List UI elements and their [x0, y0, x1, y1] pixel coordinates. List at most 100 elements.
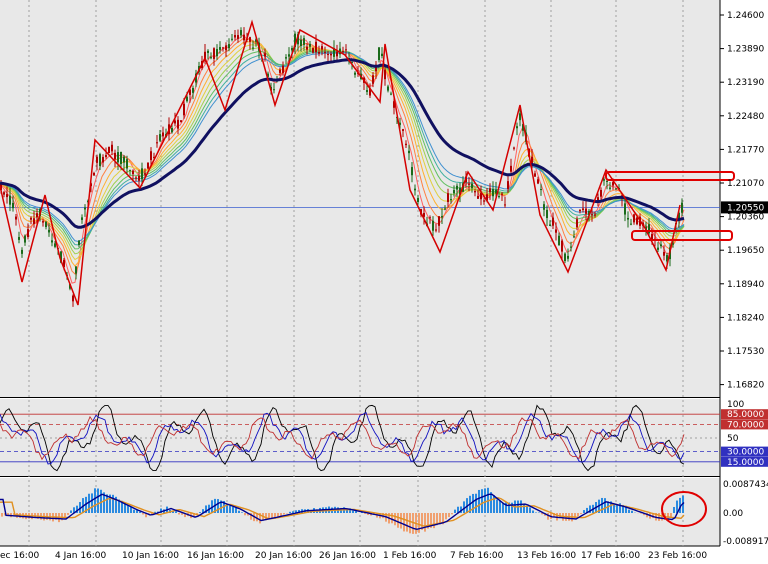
- candle-body: [117, 152, 119, 163]
- macd-histogram-bar: [535, 512, 537, 513]
- candle-body: [309, 43, 311, 47]
- macd-histogram-bar: [133, 509, 135, 513]
- candle-body: [663, 251, 665, 256]
- candle-body: [570, 246, 572, 248]
- y-tick-label: 1.24600: [727, 11, 764, 21]
- candle-body: [591, 214, 593, 216]
- candle-body: [228, 44, 230, 49]
- macd-histogram-bar: [397, 513, 399, 528]
- macd-histogram-bar: [481, 489, 483, 513]
- macd-histogram-bar: [130, 507, 132, 513]
- macd-histogram-bar: [451, 513, 453, 515]
- macd-histogram-bar: [406, 513, 408, 532]
- macd-histogram-bar: [394, 513, 396, 526]
- macd-histogram-bar: [628, 509, 630, 513]
- macd-histogram-bar: [478, 489, 480, 513]
- candle-body: [558, 235, 560, 246]
- candle-body: [129, 169, 131, 171]
- candle-body: [417, 198, 419, 203]
- macd-histogram-bar: [511, 502, 513, 513]
- candle-body: [96, 156, 98, 163]
- candle-body: [33, 218, 35, 224]
- candle-body: [609, 187, 611, 189]
- candle-body: [48, 229, 50, 233]
- macd-histogram-bar: [67, 513, 69, 515]
- macd-histogram-bar: [445, 513, 447, 520]
- chart-canvas: ec 16:00 4 Jan 16:00 10 Jan 16:00 16 Jan 16…: [0, 0, 768, 564]
- candle-body: [21, 249, 23, 254]
- candle-body: [606, 180, 608, 182]
- candle-body: [564, 253, 566, 262]
- candle-body: [414, 188, 416, 191]
- candle-body: [501, 193, 503, 195]
- macd-histogram-bar: [670, 513, 672, 517]
- candle-body: [72, 295, 74, 302]
- y-tick-label: 1.19650: [727, 246, 764, 256]
- x-tick-label: 16 Jan 16:00: [187, 551, 244, 561]
- candle-body: [282, 65, 284, 73]
- candle-body: [180, 120, 182, 122]
- candle-body: [285, 57, 287, 59]
- candle-body: [576, 219, 578, 228]
- macd-histogram-bar: [454, 509, 456, 513]
- osc-level-label: 30.0000: [727, 448, 764, 458]
- current-price-label: 1.20550: [727, 203, 764, 213]
- macd-histogram-bar: [424, 513, 426, 532]
- candle-body: [507, 181, 509, 189]
- candle-body: [15, 216, 17, 220]
- macd-histogram-bar: [502, 503, 504, 513]
- candle-body: [141, 168, 143, 180]
- candle-body: [603, 179, 605, 181]
- macd-histogram-bar: [631, 510, 633, 513]
- macd-histogram-bar: [529, 507, 531, 513]
- candle-body: [681, 202, 683, 213]
- candle-body: [3, 192, 5, 195]
- candle-body: [18, 237, 20, 240]
- candle-body: [402, 129, 404, 131]
- candle-body: [123, 156, 125, 163]
- macd-histogram-bar: [409, 513, 411, 534]
- macd-histogram-bar: [91, 493, 93, 513]
- candle-body: [456, 185, 458, 190]
- candle-body: [108, 146, 110, 153]
- macd-histogram-bar: [475, 493, 477, 513]
- macd-histogram-bar: [583, 510, 585, 513]
- macd-histogram-bar: [178, 513, 180, 515]
- candle-body: [144, 173, 146, 175]
- candle-body: [135, 177, 137, 179]
- candle-body: [594, 214, 596, 216]
- candle-body: [315, 41, 317, 53]
- candle-body: [537, 179, 539, 184]
- macd-histogram-bar: [523, 503, 525, 513]
- candle-body: [555, 229, 557, 233]
- macd-histogram-bar: [241, 512, 243, 513]
- x-tick-label: 23 Feb 16:00: [648, 551, 707, 561]
- candle-body: [54, 243, 56, 247]
- macd-histogram-bar: [1, 513, 3, 517]
- macd-histogram-bar: [403, 513, 405, 532]
- candle-body: [474, 191, 476, 193]
- x-tick-label: 20 Jan 16:00: [255, 551, 312, 561]
- candle-body: [156, 142, 158, 144]
- candle-body: [498, 196, 500, 198]
- candle-body: [453, 190, 455, 194]
- candle-body: [300, 39, 302, 46]
- y-tick-label: 1.21770: [727, 145, 764, 155]
- candle-body: [288, 54, 290, 57]
- candle-body: [435, 229, 437, 231]
- y-tick-label: 1.17530: [727, 347, 764, 357]
- candle-body: [450, 199, 452, 201]
- candle-body: [12, 202, 14, 209]
- candle-body: [636, 217, 638, 225]
- macd-histogram-bar: [499, 500, 501, 513]
- macd-histogram-bar: [64, 513, 66, 517]
- macd-histogram-bar: [616, 504, 618, 513]
- macd-histogram-bar: [70, 510, 72, 513]
- macd-histogram-bar: [496, 499, 498, 513]
- candle-body: [477, 195, 479, 199]
- candle-body: [150, 151, 152, 161]
- candle-body: [279, 69, 281, 73]
- candle-body: [519, 113, 521, 121]
- macd-histogram-bar: [283, 513, 285, 515]
- candle-body: [252, 47, 254, 49]
